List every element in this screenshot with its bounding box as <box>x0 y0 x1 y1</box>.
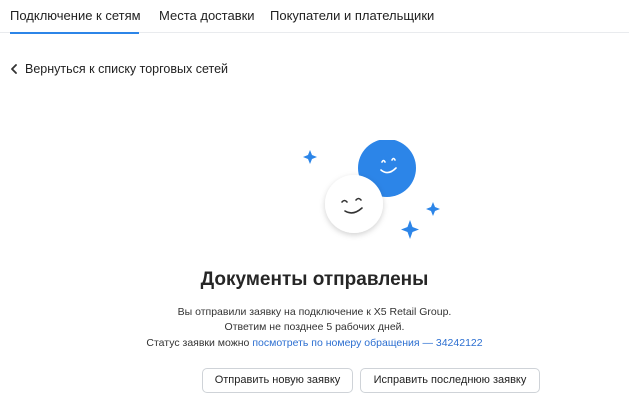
tab-delivery-places[interactable]: Места доставки <box>159 0 255 33</box>
fix-last-request-button[interactable]: Исправить последнюю заявку <box>360 368 540 393</box>
back-link-label: Вернуться к списку торговых сетей <box>25 62 229 76</box>
tab-bar: Подключение к сетям Места доставки Покуп… <box>0 0 629 34</box>
result-line-request-sent: Вы отправили заявку на подключение к X5 … <box>177 306 452 318</box>
result-title: Документы отправлены <box>200 269 429 290</box>
result-line-response-time: Ответим не позднее 5 рабочих дней. <box>224 321 405 333</box>
sparkle-icon <box>426 202 440 216</box>
success-illustration <box>298 139 448 245</box>
smiley-white-icon <box>325 175 383 233</box>
tab-buyers-and-payers[interactable]: Покупатели и плательщики <box>270 0 434 33</box>
result-line-status: Статус заявки можно посмотреть по номеру… <box>0 337 629 349</box>
tab-network-connection[interactable]: Подключение к сетям <box>10 0 141 34</box>
back-to-networks-link[interactable]: Вернуться к списку торговых сетей <box>10 60 228 78</box>
status-text: Статус заявки можно <box>146 337 253 349</box>
sparkle-icon <box>401 220 419 239</box>
send-new-request-button[interactable]: Отправить новую заявку <box>202 368 353 393</box>
chevron-left-icon <box>10 61 20 79</box>
request-number-link[interactable]: посмотреть по номеру обращения — 3424212… <box>252 337 482 349</box>
sparkle-icon <box>303 150 317 164</box>
